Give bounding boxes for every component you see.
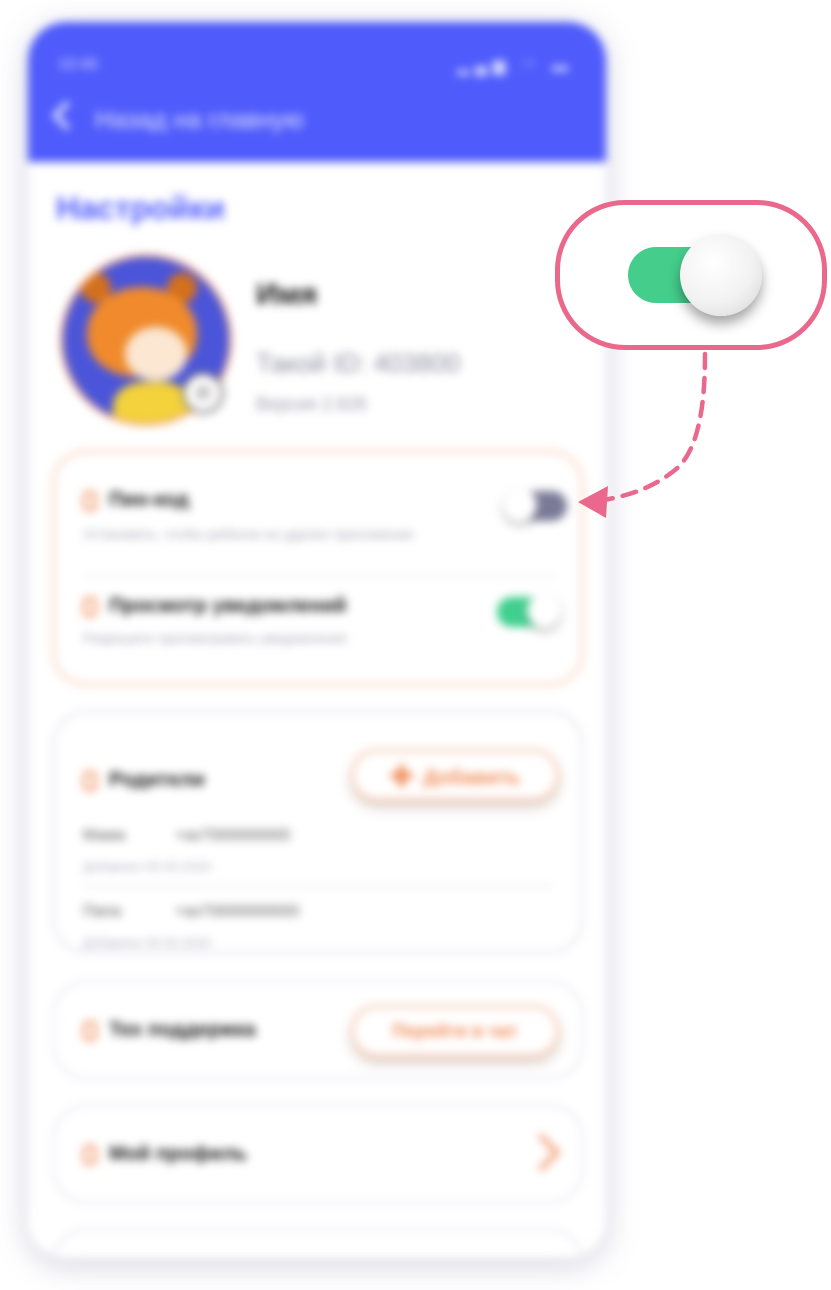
pin-code-title: Пин-код xyxy=(109,489,189,511)
support-title: Тех поддержка xyxy=(109,1019,256,1041)
callout-zoom xyxy=(555,200,827,350)
toggle-knob xyxy=(503,488,537,522)
edit-avatar-icon[interactable]: ⊘ xyxy=(182,372,224,414)
status-bar: 10:40 ▂▄▆ ◠ ▬ xyxy=(58,56,574,76)
status-time: 10:40 xyxy=(58,56,99,73)
enlarged-toggle-knob xyxy=(680,234,762,316)
toggle-knob xyxy=(527,594,561,628)
plus-icon: ✚ xyxy=(389,761,414,792)
parent-phone: +ax70000000000 xyxy=(175,903,300,920)
my-profile-title: Мой профиль xyxy=(109,1143,248,1165)
pin-code-toggle[interactable] xyxy=(503,488,567,522)
bell-icon xyxy=(83,597,97,617)
parent-phone: +ax7000000000 xyxy=(175,827,291,844)
add-parent-button[interactable]: ✚ Добавить xyxy=(351,749,559,801)
divider xyxy=(83,575,553,577)
parents-title: Родители xyxy=(109,769,205,791)
my-profile-card[interactable]: Мой профиль xyxy=(52,1104,584,1204)
parent-added-date: Добавлен 00.00.2020 xyxy=(83,859,211,874)
child-id: Такой ID: 403800 xyxy=(256,348,461,378)
back-button[interactable]: Назад на главную xyxy=(51,100,304,135)
parents-icon xyxy=(83,771,97,791)
enlarged-toggle xyxy=(628,234,762,316)
page-title: Настройки xyxy=(56,190,225,226)
pin-code-subtitle: Установить, чтобы ребенок не удалил прил… xyxy=(83,526,414,542)
go-to-chat-button[interactable]: Перейти в чат xyxy=(351,1005,559,1057)
notifications-title: Просмотр уведомлений xyxy=(109,595,347,617)
header-bar: 10:40 ▂▄▆ ◠ ▬ Назад на главную xyxy=(28,22,606,162)
support-icon xyxy=(83,1021,97,1041)
notifications-subtitle: Разрешите просматривать уведомления xyxy=(83,630,347,646)
dashed-arrow-line xyxy=(601,351,708,503)
status-icons: ▂▄▆ ◠ ▬ xyxy=(457,58,574,75)
add-parent-label: Добавить xyxy=(423,767,521,789)
parents-card: Родители ✚ Добавить Мама +ax7000000000 До… xyxy=(52,710,584,954)
notifications-toggle[interactable] xyxy=(497,594,561,628)
user-icon xyxy=(83,1145,97,1165)
app-version: Версия 2.626 xyxy=(256,394,367,414)
parent-added-date: Добавлен 00.00.2020 xyxy=(83,935,211,950)
chevron-left-icon xyxy=(51,100,82,131)
phone-screen: 10:40 ▂▄▆ ◠ ▬ Назад на главную Настройки… xyxy=(28,22,606,1258)
chevron-right-icon xyxy=(522,1133,561,1172)
settings-toggles-card: Пин-код Установить, чтобы ребенок не уда… xyxy=(52,450,584,686)
support-card: Тех поддержка Перейти в чат xyxy=(52,980,584,1080)
lock-icon xyxy=(83,491,97,511)
fox-body xyxy=(113,382,193,423)
fox-face xyxy=(125,327,187,381)
next-card xyxy=(52,1228,584,1258)
child-name: Имя xyxy=(256,278,318,311)
divider xyxy=(83,885,553,887)
parent-name: Папа xyxy=(83,903,121,920)
back-label: Назад на главную xyxy=(95,106,304,134)
parent-name: Мама xyxy=(83,827,126,844)
